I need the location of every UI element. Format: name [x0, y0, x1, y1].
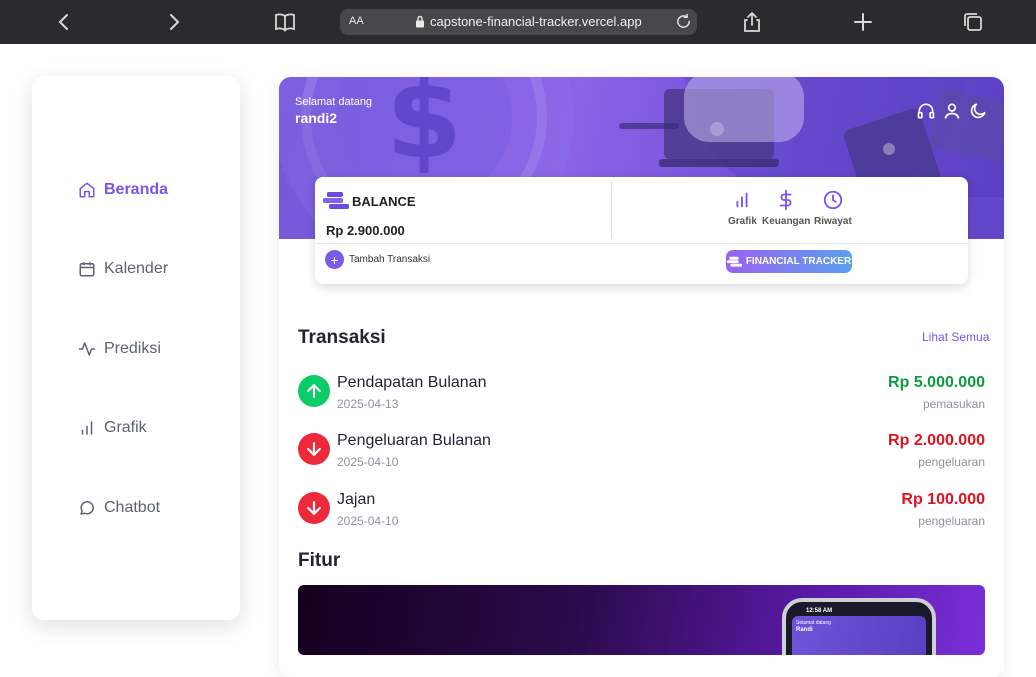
chat-icon	[80, 501, 94, 515]
transaction-date: 2025-04-10	[337, 455, 399, 469]
transaction-name: Jajan	[337, 491, 376, 508]
financial-tracker-badge: FINANCIAL TRACKER	[726, 250, 852, 273]
browser-toolbar: AA capstone-financial-tracker.vercel.app	[0, 0, 1036, 44]
sidebar-item-label: Beranda	[104, 181, 169, 198]
sidebar-item-label: Grafik	[104, 419, 147, 436]
quick-link-label: Grafik	[728, 216, 757, 227]
transaction-amount: Rp 100.000	[901, 491, 985, 508]
plus-icon: +	[325, 250, 344, 269]
balance-label: BALANCE	[352, 194, 416, 209]
transaction-amount: Rp 5.000.000	[888, 374, 985, 391]
sidebar-item-kalender[interactable]: Kalender	[78, 257, 168, 281]
add-transaction-button[interactable]: + Tambah Transaksi	[325, 250, 430, 269]
money-stack-icon	[323, 192, 349, 209]
arrow-down-icon	[298, 433, 330, 465]
sidebar-item-beranda[interactable]: Beranda	[78, 178, 168, 202]
headphones-icon[interactable]	[916, 101, 936, 121]
phone-user: Randi	[796, 627, 813, 633]
quick-link-grafik[interactable]: Grafik	[728, 189, 757, 227]
bookmarks-icon[interactable]	[273, 10, 297, 34]
transaction-type: pemasukan	[922, 397, 985, 411]
phone-screen: Selamat datang Randi	[792, 616, 926, 655]
phone-welcome: Selamat datang	[796, 620, 832, 626]
tabs-icon[interactable]	[961, 10, 985, 34]
balance-card: BALANCE Rp 2.900.000 Grafik Keuangan Riw…	[315, 177, 968, 284]
sidebar-item-prediksi[interactable]: Prediksi	[78, 337, 161, 361]
features-title: Fitur	[298, 550, 341, 571]
welcome-text: Selamat datang	[295, 96, 373, 108]
sidebar-item-label: Chatbot	[104, 499, 161, 516]
transaction-row[interactable]: Pengeluaran Bulanan 2025-04-10 Rp 2.000.…	[298, 432, 985, 473]
sidebar: Beranda Kalender Prediksi Grafik Chatbot	[32, 76, 240, 620]
quick-link-keuangan[interactable]: Keuangan	[762, 189, 810, 227]
calendar-icon	[79, 262, 95, 277]
transaction-date: 2025-04-13	[337, 397, 399, 411]
bar-chart-icon	[736, 192, 748, 208]
add-transaction-label: Tambah Transaksi	[349, 254, 431, 265]
transaction-row[interactable]: Pendapatan Bulanan 2025-04-13 Rp 5.000.0…	[298, 374, 985, 415]
arrow-up-icon	[298, 375, 330, 407]
quick-link-riwayat[interactable]: Riwayat	[814, 189, 852, 227]
url-text: capstone-financial-tracker.vercel.app	[430, 14, 642, 29]
balance-amount: Rp 2.900.000	[326, 223, 405, 238]
bar-chart-icon	[81, 421, 93, 435]
text-size-button[interactable]: AA	[349, 15, 364, 27]
quick-link-label: Riwayat	[814, 216, 852, 227]
svg-text:$: $	[386, 77, 463, 183]
reload-icon[interactable]	[675, 13, 692, 30]
username: randi2	[295, 110, 338, 126]
transaction-date: 2025-04-10	[337, 514, 399, 528]
home-icon	[79, 182, 95, 198]
transactions-title: Transaksi	[298, 327, 386, 348]
sidebar-item-grafik[interactable]: Grafik	[78, 416, 147, 440]
transaction-name: Pengeluaran Bulanan	[337, 432, 491, 449]
divider	[611, 181, 612, 239]
quick-link-label: Keuangan	[762, 216, 811, 227]
badge-label: FINANCIAL TRACKER	[745, 256, 852, 267]
forward-icon[interactable]	[162, 10, 186, 34]
transaction-amount: Rp 2.000.000	[888, 432, 985, 449]
moon-icon[interactable]	[968, 101, 988, 121]
activity-icon	[78, 342, 96, 356]
sidebar-item-label: Kalender	[104, 260, 169, 277]
phone-time: 12:58 AM	[806, 608, 833, 614]
clock-icon	[823, 190, 843, 210]
dollar-icon	[779, 189, 792, 211]
transaction-type: pengeluaran	[918, 455, 985, 469]
phone-mockup: 12:58 AM Selamat datang Randi	[782, 598, 936, 655]
transaction-name: Pendapatan Bulanan	[337, 374, 487, 391]
transaction-row[interactable]: Jajan 2025-04-10 Rp 100.000 pengeluaran	[298, 491, 985, 532]
divider	[315, 243, 968, 244]
user-icon[interactable]	[942, 101, 962, 121]
money-stack-icon	[726, 256, 742, 267]
share-icon[interactable]	[740, 10, 764, 34]
see-all-link[interactable]: Lihat Semua	[922, 330, 989, 344]
new-tab-icon[interactable]	[851, 10, 875, 34]
lock-icon	[416, 15, 424, 28]
transaction-type: pengeluaran	[918, 514, 985, 528]
arrow-down-icon	[298, 492, 330, 524]
sidebar-item-label: Prediksi	[104, 340, 161, 357]
sidebar-item-chatbot[interactable]: Chatbot	[78, 496, 160, 520]
address-bar[interactable]: AA capstone-financial-tracker.vercel.app	[340, 9, 697, 35]
back-icon[interactable]	[52, 10, 76, 34]
feature-banner[interactable]: 12:58 AM Selamat datang Randi	[298, 585, 985, 655]
